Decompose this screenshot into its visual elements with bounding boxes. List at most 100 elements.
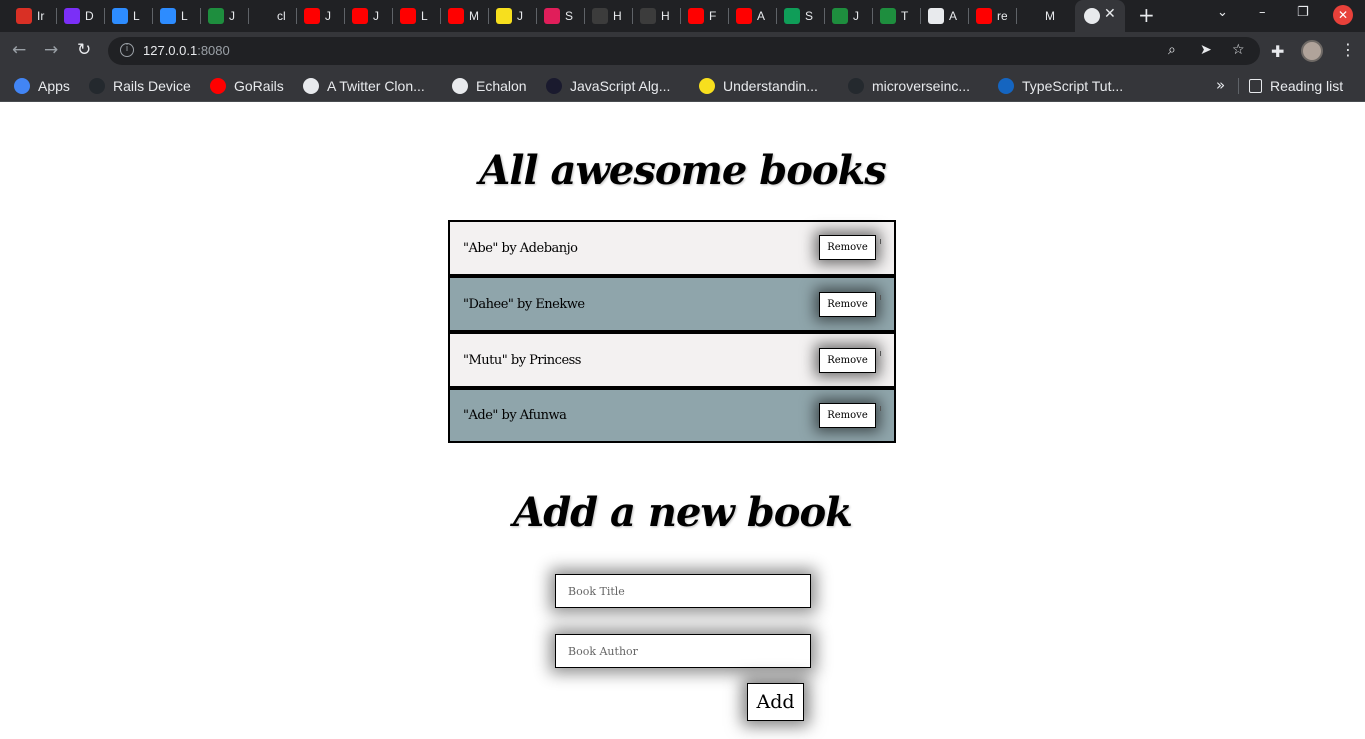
browser-tab[interactable]: H (640, 6, 671, 26)
globe-icon (452, 78, 468, 94)
tab-title: H (613, 9, 622, 23)
profile-avatar[interactable] (1301, 40, 1323, 62)
new-tab-button[interactable]: + (1138, 3, 1155, 27)
browser-tab[interactable]: M (448, 6, 479, 26)
browser-tab[interactable]: F (688, 6, 719, 26)
browser-tab[interactable]: L (160, 6, 191, 26)
site-info-icon[interactable]: i (120, 43, 134, 57)
send-icon[interactable]: ➤ (1200, 42, 1212, 58)
tab-separator (632, 8, 633, 24)
tab-search-icon[interactable]: ⌄ (1217, 5, 1228, 20)
tab-separator (392, 8, 393, 24)
remove-button[interactable]: Remove (819, 348, 876, 373)
youtube-icon (352, 8, 368, 24)
books-heading: All awesome books (479, 147, 887, 194)
remove-button[interactable]: Remove (819, 292, 876, 317)
close-tab-icon[interactable]: ✕ (1104, 6, 1116, 22)
bookmark-label: TypeScript Tut... (1022, 78, 1124, 94)
bookmark-item[interactable]: Echalon (452, 75, 527, 97)
zoom-icon[interactable]: ⌕ (1168, 42, 1176, 58)
github-icon (848, 78, 864, 94)
tab-title: A (949, 9, 958, 23)
window-close-icon[interactable]: ✕ (1333, 5, 1353, 25)
add-book-button[interactable]: Add (747, 683, 804, 721)
url-port: :8080 (197, 43, 230, 58)
n-icon (784, 8, 800, 24)
tab-title: S (565, 9, 574, 23)
youtube-icon (688, 8, 704, 24)
tab-separator (56, 8, 57, 24)
reading-list-label: Reading list (1270, 78, 1344, 94)
tab-separator (536, 8, 537, 24)
browser-tab[interactable]: J (208, 6, 239, 26)
github-icon (256, 8, 272, 24)
browser-tab[interactable]: J (352, 6, 383, 26)
browser-tab[interactable]: Ir (16, 6, 47, 26)
bookmark-label: Echalon (476, 78, 527, 94)
tab-title: F (709, 9, 717, 23)
tab-title: S (805, 9, 814, 23)
tab-separator (440, 8, 441, 24)
bookmarks-bar: » Reading list Apps Rails Device GoRails A … (0, 70, 1365, 102)
tab-title: Ir (37, 9, 45, 23)
browser-tab[interactable]: J (496, 6, 527, 26)
tab-separator (488, 8, 489, 24)
row-mark (880, 295, 881, 300)
browser-tab[interactable]: A (736, 6, 767, 26)
forward-icon[interactable]: → (44, 40, 58, 60)
browser-tab[interactable]: M (1024, 6, 1055, 26)
reload-icon[interactable]: ↻ (77, 40, 91, 60)
browser-tab[interactable]: J (832, 6, 863, 26)
browser-tab[interactable]: A (928, 6, 959, 26)
bookmark-item[interactable]: TypeScript Tut... (998, 75, 1123, 97)
book-list: "Abe" by Adebanjo Remove "Dahee" by Enek… (448, 220, 896, 443)
restore-icon[interactable]: ❐ (1297, 5, 1309, 20)
book-text: "Abe" by Adebanjo (463, 240, 578, 256)
bookmark-item[interactable]: GoRails (210, 75, 284, 97)
reading-list-button[interactable]: Reading list (1249, 75, 1343, 97)
github-icon (89, 78, 105, 94)
browser-tab[interactable]: L (112, 6, 143, 26)
bookmark-item[interactable]: Rails Device (89, 75, 191, 97)
remove-button[interactable]: Remove (819, 235, 876, 260)
bookmark-item[interactable]: microverseinc... (848, 75, 970, 97)
browser-tab[interactable]: L (400, 6, 431, 26)
browser-tab[interactable]: D (64, 6, 95, 26)
tab-title: A (757, 9, 766, 23)
bookmark-item[interactable]: Understandin... (699, 75, 818, 97)
book-row: "Ade" by Afunwa Remove (450, 390, 894, 441)
book-author-input[interactable] (555, 634, 811, 668)
minimize-icon[interactable]: – (1259, 5, 1266, 20)
browser-tab[interactable]: S (544, 6, 575, 26)
browser-tab[interactable]: J (304, 6, 335, 26)
back-icon[interactable]: ← (12, 40, 26, 60)
tab-title: cl (277, 9, 286, 23)
tab-title: J (517, 9, 523, 23)
page-content: All awesome books "Abe" by Adebanjo Remo… (0, 103, 1365, 739)
youtube-icon (210, 78, 226, 94)
bookmark-item[interactable]: A Twitter Clon... (303, 75, 425, 97)
remove-button[interactable]: Remove (819, 403, 876, 428)
tab-separator (968, 8, 969, 24)
bookmark-item[interactable]: Apps (14, 75, 70, 97)
book-title-input[interactable] (555, 574, 811, 608)
browser-tab[interactable]: S (784, 6, 815, 26)
extensions-icon[interactable]: ✚ (1271, 42, 1284, 61)
tab-separator (152, 8, 153, 24)
menu-icon[interactable]: ⋮ (1340, 40, 1356, 59)
tab-active[interactable]: ✕ (1075, 0, 1125, 32)
bookmark-item[interactable]: JavaScript Alg... (546, 75, 670, 97)
book-row: "Abe" by Adebanjo Remove (450, 222, 894, 274)
more-bookmarks-icon[interactable]: » (1216, 76, 1225, 94)
tab-title: H (661, 9, 670, 23)
bookmark-label: Rails Device (113, 78, 191, 94)
book-text: "Dahee" by Enekwe (463, 296, 585, 312)
row-mark (880, 406, 881, 411)
star-icon[interactable]: ☆ (1232, 42, 1245, 58)
browser-tab[interactable]: H (592, 6, 623, 26)
browser-tab[interactable]: re (976, 6, 1007, 26)
browser-tab[interactable]: T (880, 6, 911, 26)
address-bar[interactable]: i 127.0.0.1:8080 ⌕ ➤ ☆ (108, 37, 1260, 65)
gmail-icon (16, 8, 32, 24)
browser-tab[interactable]: cl (256, 6, 287, 26)
